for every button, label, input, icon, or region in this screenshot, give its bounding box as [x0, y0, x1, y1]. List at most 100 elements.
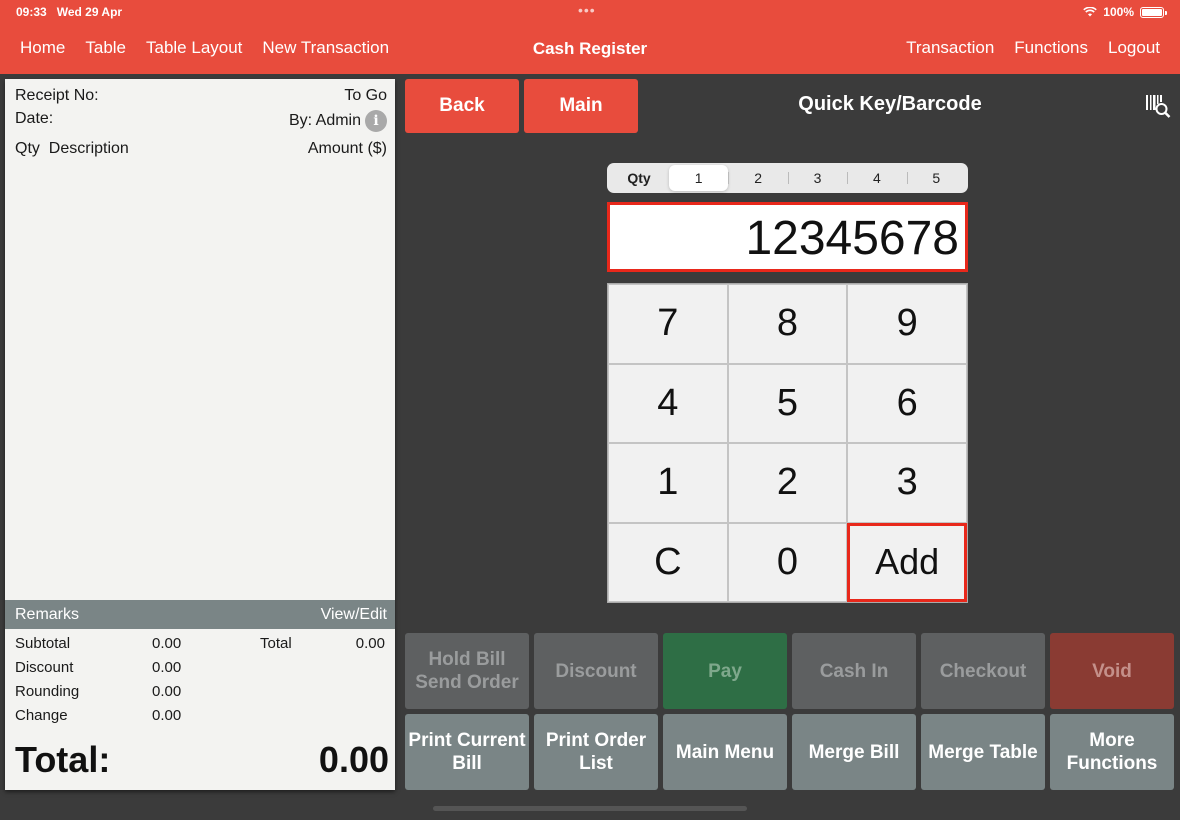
barcode-input-display[interactable]: 12345678 — [607, 202, 968, 272]
totals-section: Subtotal 0.00 Total 0.00 Discount 0.00 R… — [15, 635, 385, 731]
grand-total-value: 0.00 — [318, 739, 389, 780]
column-qty: Qty — [15, 140, 40, 157]
hold-bill-send-order-button[interactable]: Hold Bill Send Order — [405, 633, 529, 709]
multitask-dots-icon[interactable]: ••• — [578, 2, 596, 18]
receipt-date-row: Date: By: Admin i — [15, 110, 387, 132]
merge-table-button[interactable]: Merge Table — [921, 714, 1045, 790]
qty-option-5[interactable]: 5 — [906, 165, 966, 191]
remarks-view-edit-button[interactable]: View/Edit — [321, 606, 387, 624]
hold-bill-text: Hold Bill — [428, 649, 506, 670]
total-value: 0.00 — [355, 635, 385, 652]
key-1[interactable]: 1 — [608, 443, 728, 523]
nav-table-layout[interactable]: Table Layout — [146, 38, 242, 58]
receipt-header-row: Receipt No: To Go — [15, 87, 387, 105]
key-0[interactable]: 0 — [727, 522, 848, 602]
nav-table[interactable]: Table — [85, 38, 126, 58]
battery-text: 100% — [1103, 5, 1134, 19]
print-current-bill-button[interactable]: Print Current Bill — [405, 714, 529, 790]
print-current-text: Print Current — [408, 730, 526, 751]
discount-row: Discount 0.00 — [15, 659, 385, 683]
change-value: 0.00 — [152, 707, 182, 724]
home-indicator[interactable] — [433, 806, 747, 811]
total-label: Total — [260, 635, 292, 652]
qty-option-1[interactable]: 1 — [669, 165, 729, 191]
qty-segmented-control: Qty 1 2 3 4 5 — [607, 163, 968, 193]
nav-functions[interactable]: Functions — [1014, 38, 1088, 58]
remarks-label: Remarks — [15, 605, 80, 623]
rounding-row: Rounding 0.00 — [15, 683, 385, 707]
qty-option-4[interactable]: 4 — [847, 165, 906, 191]
nav-right: Transaction Functions Logout — [906, 38, 1160, 58]
order-type[interactable]: To Go — [344, 87, 387, 105]
key-3[interactable]: 3 — [847, 443, 967, 523]
grand-total: Total: 0.00 — [15, 739, 389, 781]
receipt-panel: Receipt No: To Go Date: By: Admin i Qty D… — [5, 79, 395, 790]
key-6[interactable]: 6 — [847, 363, 967, 443]
key-5[interactable]: 5 — [727, 363, 848, 443]
subtotal-label: Subtotal — [15, 635, 71, 652]
key-2[interactable]: 2 — [727, 443, 848, 523]
print-order-list-label: Print Order List — [546, 729, 646, 775]
discount-value: 0.00 — [152, 659, 182, 676]
key-9[interactable]: 9 — [847, 284, 967, 364]
keypad: 7 8 9 4 5 6 1 2 3 C 0 Add — [607, 283, 968, 603]
discount-label: Discount — [15, 659, 74, 676]
nav-transaction[interactable]: Transaction — [906, 38, 994, 58]
top-bar: 09:33 Wed 29 Apr ••• 100% Home Table Tab… — [0, 0, 1180, 74]
send-order-text: Send Order — [415, 672, 519, 693]
main-menu-button[interactable]: Main Menu — [663, 714, 787, 790]
print-order-text: Print Order — [545, 730, 647, 751]
key-8[interactable]: 8 — [727, 284, 848, 364]
wifi-icon — [1083, 7, 1098, 17]
info-icon[interactable]: i — [365, 110, 387, 132]
receipt-columns: Qty Description Amount ($) — [15, 140, 387, 158]
functions-text: Functions — [1066, 753, 1158, 774]
key-add[interactable]: Add — [847, 522, 967, 602]
checkout-button[interactable]: Checkout — [921, 633, 1045, 709]
more-functions-button[interactable]: More Functions — [1050, 714, 1174, 790]
key-7[interactable]: 7 — [608, 284, 728, 364]
qty-option-3[interactable]: 3 — [787, 165, 847, 191]
rounding-value: 0.00 — [152, 683, 182, 700]
key-4[interactable]: 4 — [608, 363, 728, 443]
merge-bill-button[interactable]: Merge Bill — [792, 714, 916, 790]
date-label: Date: — [15, 110, 54, 127]
key-clear[interactable]: C — [608, 522, 728, 602]
subtotal-row: Subtotal 0.00 Total 0.00 — [15, 635, 385, 659]
hold-bill-send-order-label: Hold Bill Send Order — [415, 648, 518, 694]
list-text: List — [579, 753, 613, 774]
discount-button[interactable]: Discount — [534, 633, 658, 709]
rounding-label: Rounding — [15, 683, 80, 700]
barcode-search-icon[interactable] — [1145, 93, 1171, 119]
column-description: Description — [48, 140, 129, 157]
status-time: 09:33 Wed 29 Apr — [16, 5, 122, 19]
column-qty-description: Qty Description — [15, 140, 129, 158]
by-admin: By: Admin i — [289, 110, 387, 132]
remarks-bar: Remarks View/Edit — [5, 600, 395, 629]
bill-text: Bill — [452, 753, 482, 774]
change-row: Change 0.00 — [15, 707, 385, 731]
more-text: More — [1089, 730, 1135, 751]
subtotal-value: 0.00 — [152, 635, 182, 652]
clock-text: 09:33 — [16, 5, 47, 19]
date-text: Wed 29 Apr — [56, 5, 123, 19]
receipt-no-label: Receipt No: — [15, 87, 99, 104]
by-label: By: Admin — [288, 112, 361, 130]
void-button[interactable]: Void — [1050, 633, 1174, 709]
print-order-list-button[interactable]: Print Order List — [534, 714, 658, 790]
battery-icon — [1140, 6, 1167, 18]
pay-button[interactable]: Pay — [663, 633, 787, 709]
more-functions-label: More Functions — [1067, 729, 1158, 775]
status-right: 100% — [1083, 5, 1167, 19]
print-current-bill-label: Print Current Bill — [408, 729, 525, 775]
back-button[interactable]: Back — [405, 79, 519, 133]
main-button[interactable]: Main — [524, 79, 638, 133]
qty-label: Qty — [627, 170, 651, 186]
change-label: Change — [15, 707, 68, 724]
nav-new-transaction[interactable]: New Transaction — [262, 38, 389, 58]
grand-total-label: Total: — [15, 739, 111, 780]
qty-option-2[interactable]: 2 — [728, 165, 787, 191]
nav-logout[interactable]: Logout — [1108, 38, 1160, 58]
cash-in-button[interactable]: Cash In — [792, 633, 916, 709]
nav-home[interactable]: Home — [20, 38, 65, 58]
